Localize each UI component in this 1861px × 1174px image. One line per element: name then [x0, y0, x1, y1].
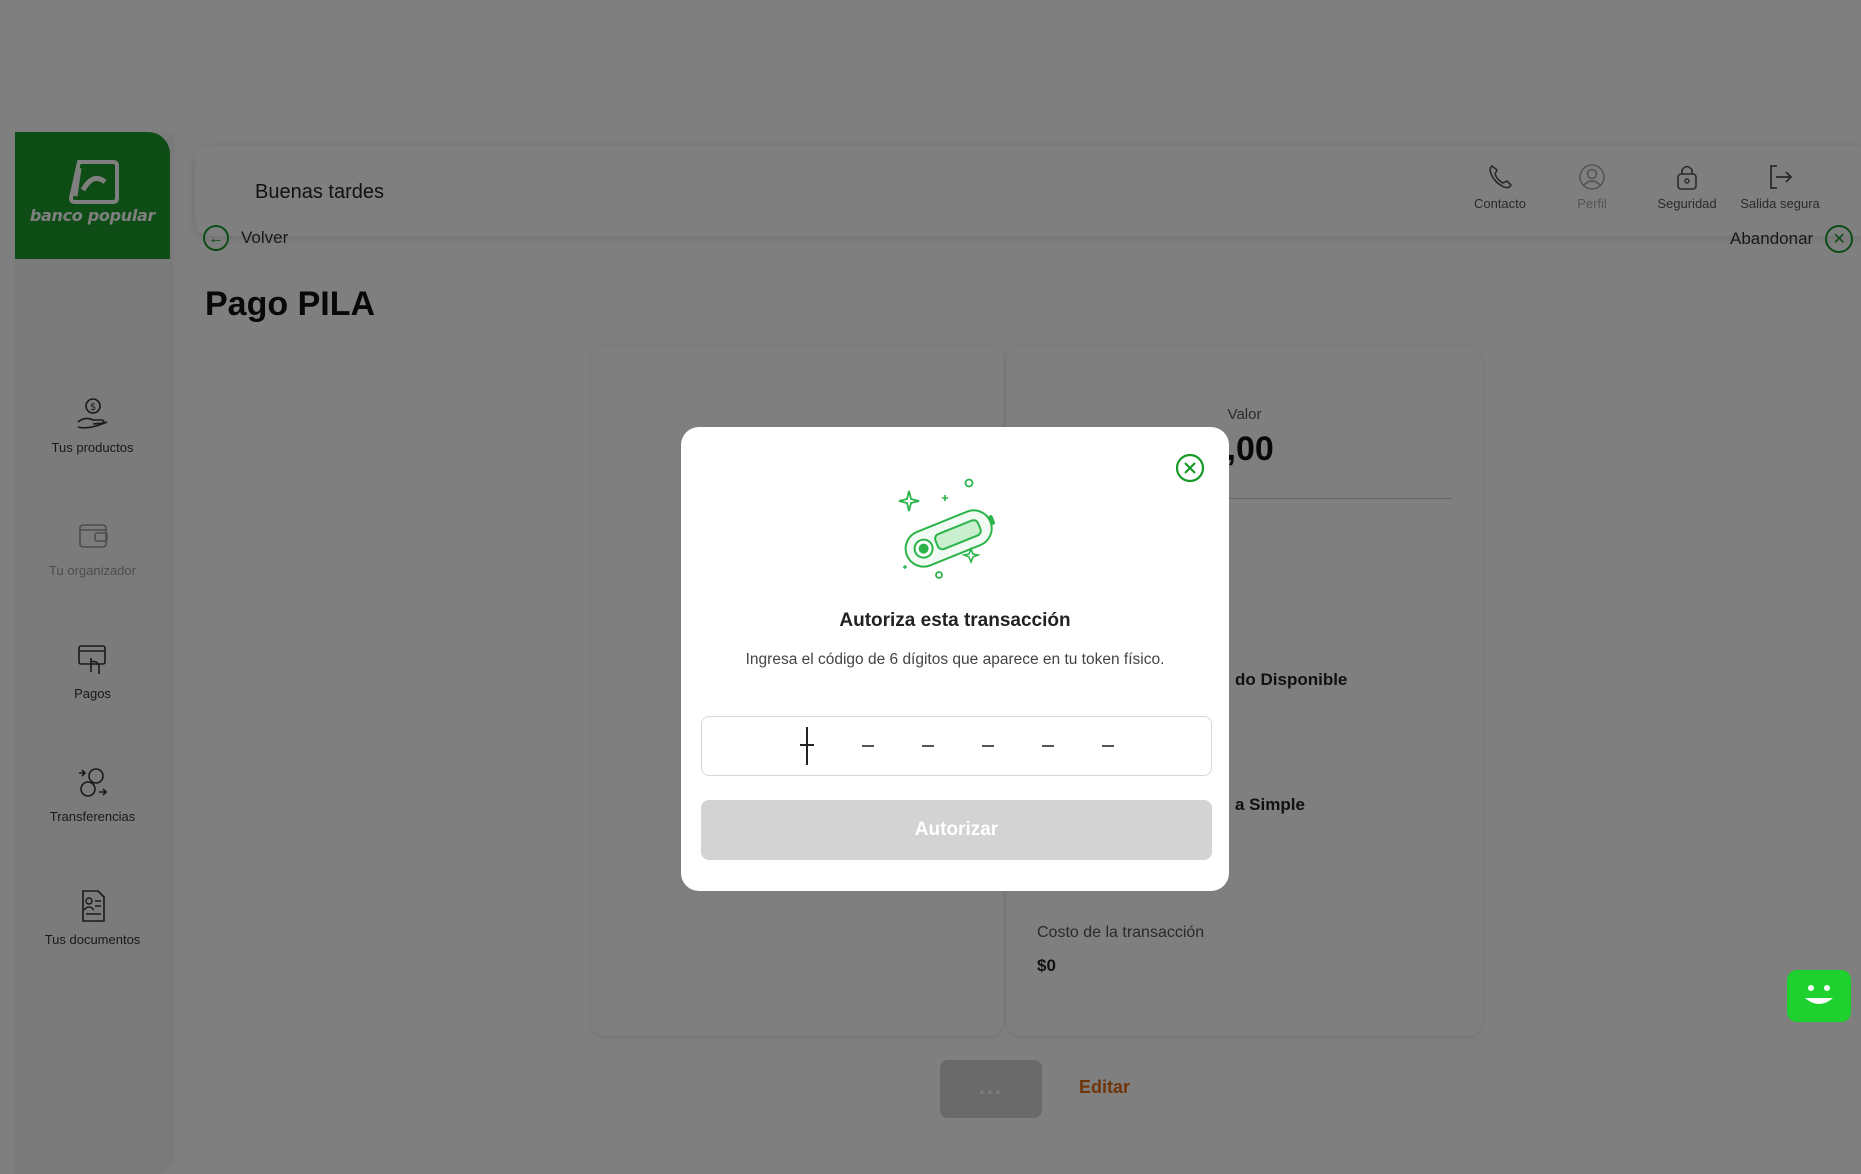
digit-placeholder	[1042, 745, 1054, 747]
digit-placeholder	[862, 745, 874, 747]
authorize-button[interactable]: Autorizar	[701, 800, 1212, 860]
token-code-input[interactable]	[701, 716, 1212, 776]
first-digit-dash	[800, 744, 814, 746]
modal-subtitle: Ingresa el código de 6 dígitos que apare…	[745, 651, 1165, 668]
digit-placeholder	[1102, 745, 1114, 747]
modal-title: Autoriza esta transacción	[839, 610, 1071, 631]
digit-placeholder	[922, 745, 934, 747]
chat-assistant-button[interactable]	[1787, 970, 1851, 1022]
authorize-modal: Autoriza esta transacción Ingresa el cód…	[681, 427, 1229, 891]
page: banco popular $ Tus productos Tu organiz…	[0, 0, 1861, 1174]
text-cursor	[806, 727, 808, 765]
smiley-icon	[1805, 985, 1833, 1004]
token-device-icon	[898, 478, 996, 579]
digit-placeholder	[982, 745, 994, 747]
close-modal-button[interactable]	[1174, 452, 1206, 484]
